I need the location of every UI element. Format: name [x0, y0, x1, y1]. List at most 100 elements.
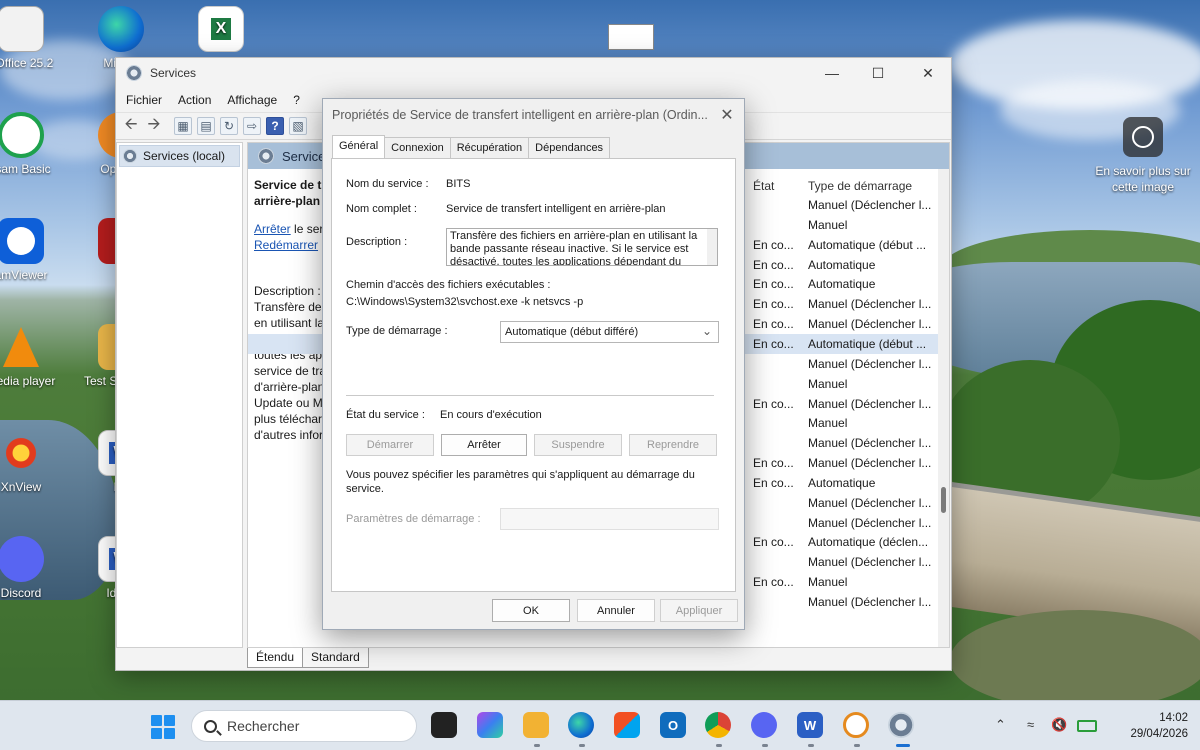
- speaker-muted-icon[interactable]: 🔇: [1051, 717, 1067, 733]
- cancel-button[interactable]: Annuler: [577, 599, 655, 622]
- outlook-icon[interactable]: O: [660, 712, 686, 738]
- service-state: En co...: [753, 297, 794, 312]
- startup-params-hint: Vous pouvez spécifier les paramètres qui…: [346, 469, 695, 495]
- description-scrollbar[interactable]: [707, 229, 717, 265]
- service-state: En co...: [753, 336, 794, 351]
- excel-icon: X: [198, 6, 244, 52]
- maximize-button[interactable]: ☐: [855, 58, 901, 88]
- desktop-icon-xnview[interactable]: XnView: [0, 430, 66, 494]
- services-gear-icon[interactable]: [888, 712, 914, 738]
- service-startup-type: Automatique: [808, 475, 876, 490]
- startup-params-input[interactable]: [500, 508, 719, 530]
- service-startup-type: Manuel (Déclencher l...: [808, 317, 932, 332]
- taskbar-search[interactable]: Rechercher: [191, 710, 417, 742]
- vertical-scrollbar[interactable]: [938, 169, 949, 647]
- menu-affichage[interactable]: Affichage: [227, 93, 277, 107]
- vpn-icon[interactable]: [843, 712, 869, 738]
- pause-button[interactable]: Suspendre: [534, 434, 622, 456]
- general-panel: Nom du service : BITS Nom complet : Serv…: [331, 158, 736, 592]
- services-gear-icon: [258, 148, 274, 164]
- service-startup-type: Manuel (Déclencher l...: [808, 456, 932, 471]
- chevron-up-icon[interactable]: ⌃: [995, 717, 1006, 733]
- dialog-title[interactable]: Propriétés de Service de transfert intel…: [323, 99, 744, 131]
- start-button[interactable]: Démarrer: [346, 434, 434, 456]
- minimize-button[interactable]: —: [809, 58, 855, 88]
- desktop-icon-vlc[interactable]: media player: [0, 324, 66, 388]
- battery-icon[interactable]: [1077, 720, 1097, 732]
- service-startup-type: Manuel (Déclencher l...: [808, 595, 932, 609]
- help-icon[interactable]: ?: [266, 117, 284, 135]
- file-explorer-icon[interactable]: [523, 712, 549, 738]
- discord-icon[interactable]: [751, 712, 777, 738]
- store-icon[interactable]: [614, 712, 640, 738]
- ok-button[interactable]: OK: [492, 599, 570, 622]
- dialog-close-button[interactable]: ✕: [710, 99, 744, 131]
- apply-button[interactable]: Appliquer: [660, 599, 738, 622]
- desktop-icon-teamviewer[interactable]: amViewer: [0, 218, 66, 282]
- services-gear-icon: [123, 149, 137, 163]
- tab-general[interactable]: Général: [332, 135, 386, 158]
- tab-etendu[interactable]: Étendu: [247, 648, 304, 668]
- desktop-icon-discord[interactable]: Discord: [0, 536, 66, 600]
- close-button[interactable]: ✕: [905, 58, 951, 88]
- tab-dependances[interactable]: Dépendances: [528, 137, 611, 160]
- tab-connexion[interactable]: Connexion: [384, 137, 451, 160]
- service-startup-type: Manuel (Déclencher l...: [808, 555, 932, 570]
- refresh-icon[interactable]: ↻: [220, 117, 238, 135]
- avast-icon: [0, 112, 44, 158]
- chevron-down-icon: ⌄: [701, 324, 712, 338]
- desktop-icon-excel[interactable]: X: [176, 6, 266, 56]
- resume-button[interactable]: Reprendre: [629, 434, 717, 456]
- window-thumbnail[interactable]: [608, 24, 654, 50]
- back-arrow-icon[interactable]: 🡨: [122, 116, 140, 135]
- full-name-value: Service de transfert intelligent en arri…: [446, 203, 666, 215]
- edge-icon[interactable]: [568, 712, 594, 738]
- service-startup-type: Automatique (déclen...: [808, 535, 929, 550]
- desktop-icon-office[interactable]: eOffice 25.2: [0, 6, 66, 70]
- column-header-state[interactable]: État: [753, 179, 774, 193]
- stop-button[interactable]: Arrêter: [441, 434, 527, 456]
- menu-help[interactable]: ?: [293, 93, 300, 107]
- column-header-startup[interactable]: Type de démarrage: [808, 179, 912, 193]
- running-indicator: [854, 744, 860, 747]
- tree-item-services-local[interactable]: Services (local): [119, 145, 240, 167]
- services-gear-icon: [126, 65, 142, 81]
- service-startup-type: Automatique: [808, 277, 876, 292]
- service-startup-type: Automatique (début ...: [808, 237, 927, 252]
- console-tree-icon[interactable]: ▦: [174, 117, 192, 135]
- properties-icon[interactable]: ▤: [197, 117, 215, 135]
- menu-fichier[interactable]: Fichier: [126, 93, 162, 107]
- service-startup-type: Manuel (Déclencher l...: [808, 436, 932, 451]
- console-tree: Services (local): [116, 142, 243, 648]
- wifi-icon[interactable]: ≈: [1027, 717, 1034, 732]
- description-textbox[interactable]: Transfère des fichiers en arrière-plan e…: [446, 228, 718, 266]
- properties-dialog: Propriétés de Service de transfert intel…: [322, 98, 745, 630]
- service-startup-type: Manuel: [808, 217, 848, 232]
- running-indicator: [716, 744, 722, 747]
- m365-icon[interactable]: [477, 712, 503, 738]
- tab-recuperation[interactable]: Récupération: [449, 137, 530, 160]
- task-view-icon[interactable]: [431, 712, 457, 738]
- startup-type-select[interactable]: Automatique (début différé) ⌄: [500, 321, 719, 343]
- menu-action[interactable]: Action: [178, 93, 211, 107]
- view-icon[interactable]: ▧: [289, 117, 307, 135]
- desktop-icon-avast[interactable]: -sam Basic: [0, 112, 66, 176]
- system-clock[interactable]: 14:02 29/04/2026: [1108, 710, 1188, 742]
- tab-standard[interactable]: Standard: [302, 648, 369, 668]
- document-icon: [0, 6, 44, 52]
- running-indicator: [762, 744, 768, 747]
- chrome-icon[interactable]: [705, 712, 731, 738]
- start-button[interactable]: [151, 715, 175, 739]
- service-startup-type: Manuel (Déclencher l...: [808, 396, 932, 411]
- service-state: En co...: [753, 257, 794, 272]
- service-startup-type: Manuel (Déclencher l...: [808, 198, 932, 212]
- divider: [346, 395, 714, 396]
- learn-more-image[interactable]: En savoir plus sur cette image: [1088, 117, 1198, 195]
- service-startup-type: Automatique (début ...: [808, 336, 927, 351]
- word-icon[interactable]: W: [797, 712, 823, 738]
- path-label: Chemin d'accès des fichiers exécutables …: [346, 279, 551, 291]
- discord-icon: [0, 536, 44, 582]
- scrollbar-thumb[interactable]: [941, 487, 946, 513]
- export-icon[interactable]: ⇨: [243, 117, 261, 135]
- forward-arrow-icon[interactable]: 🡪: [145, 116, 163, 135]
